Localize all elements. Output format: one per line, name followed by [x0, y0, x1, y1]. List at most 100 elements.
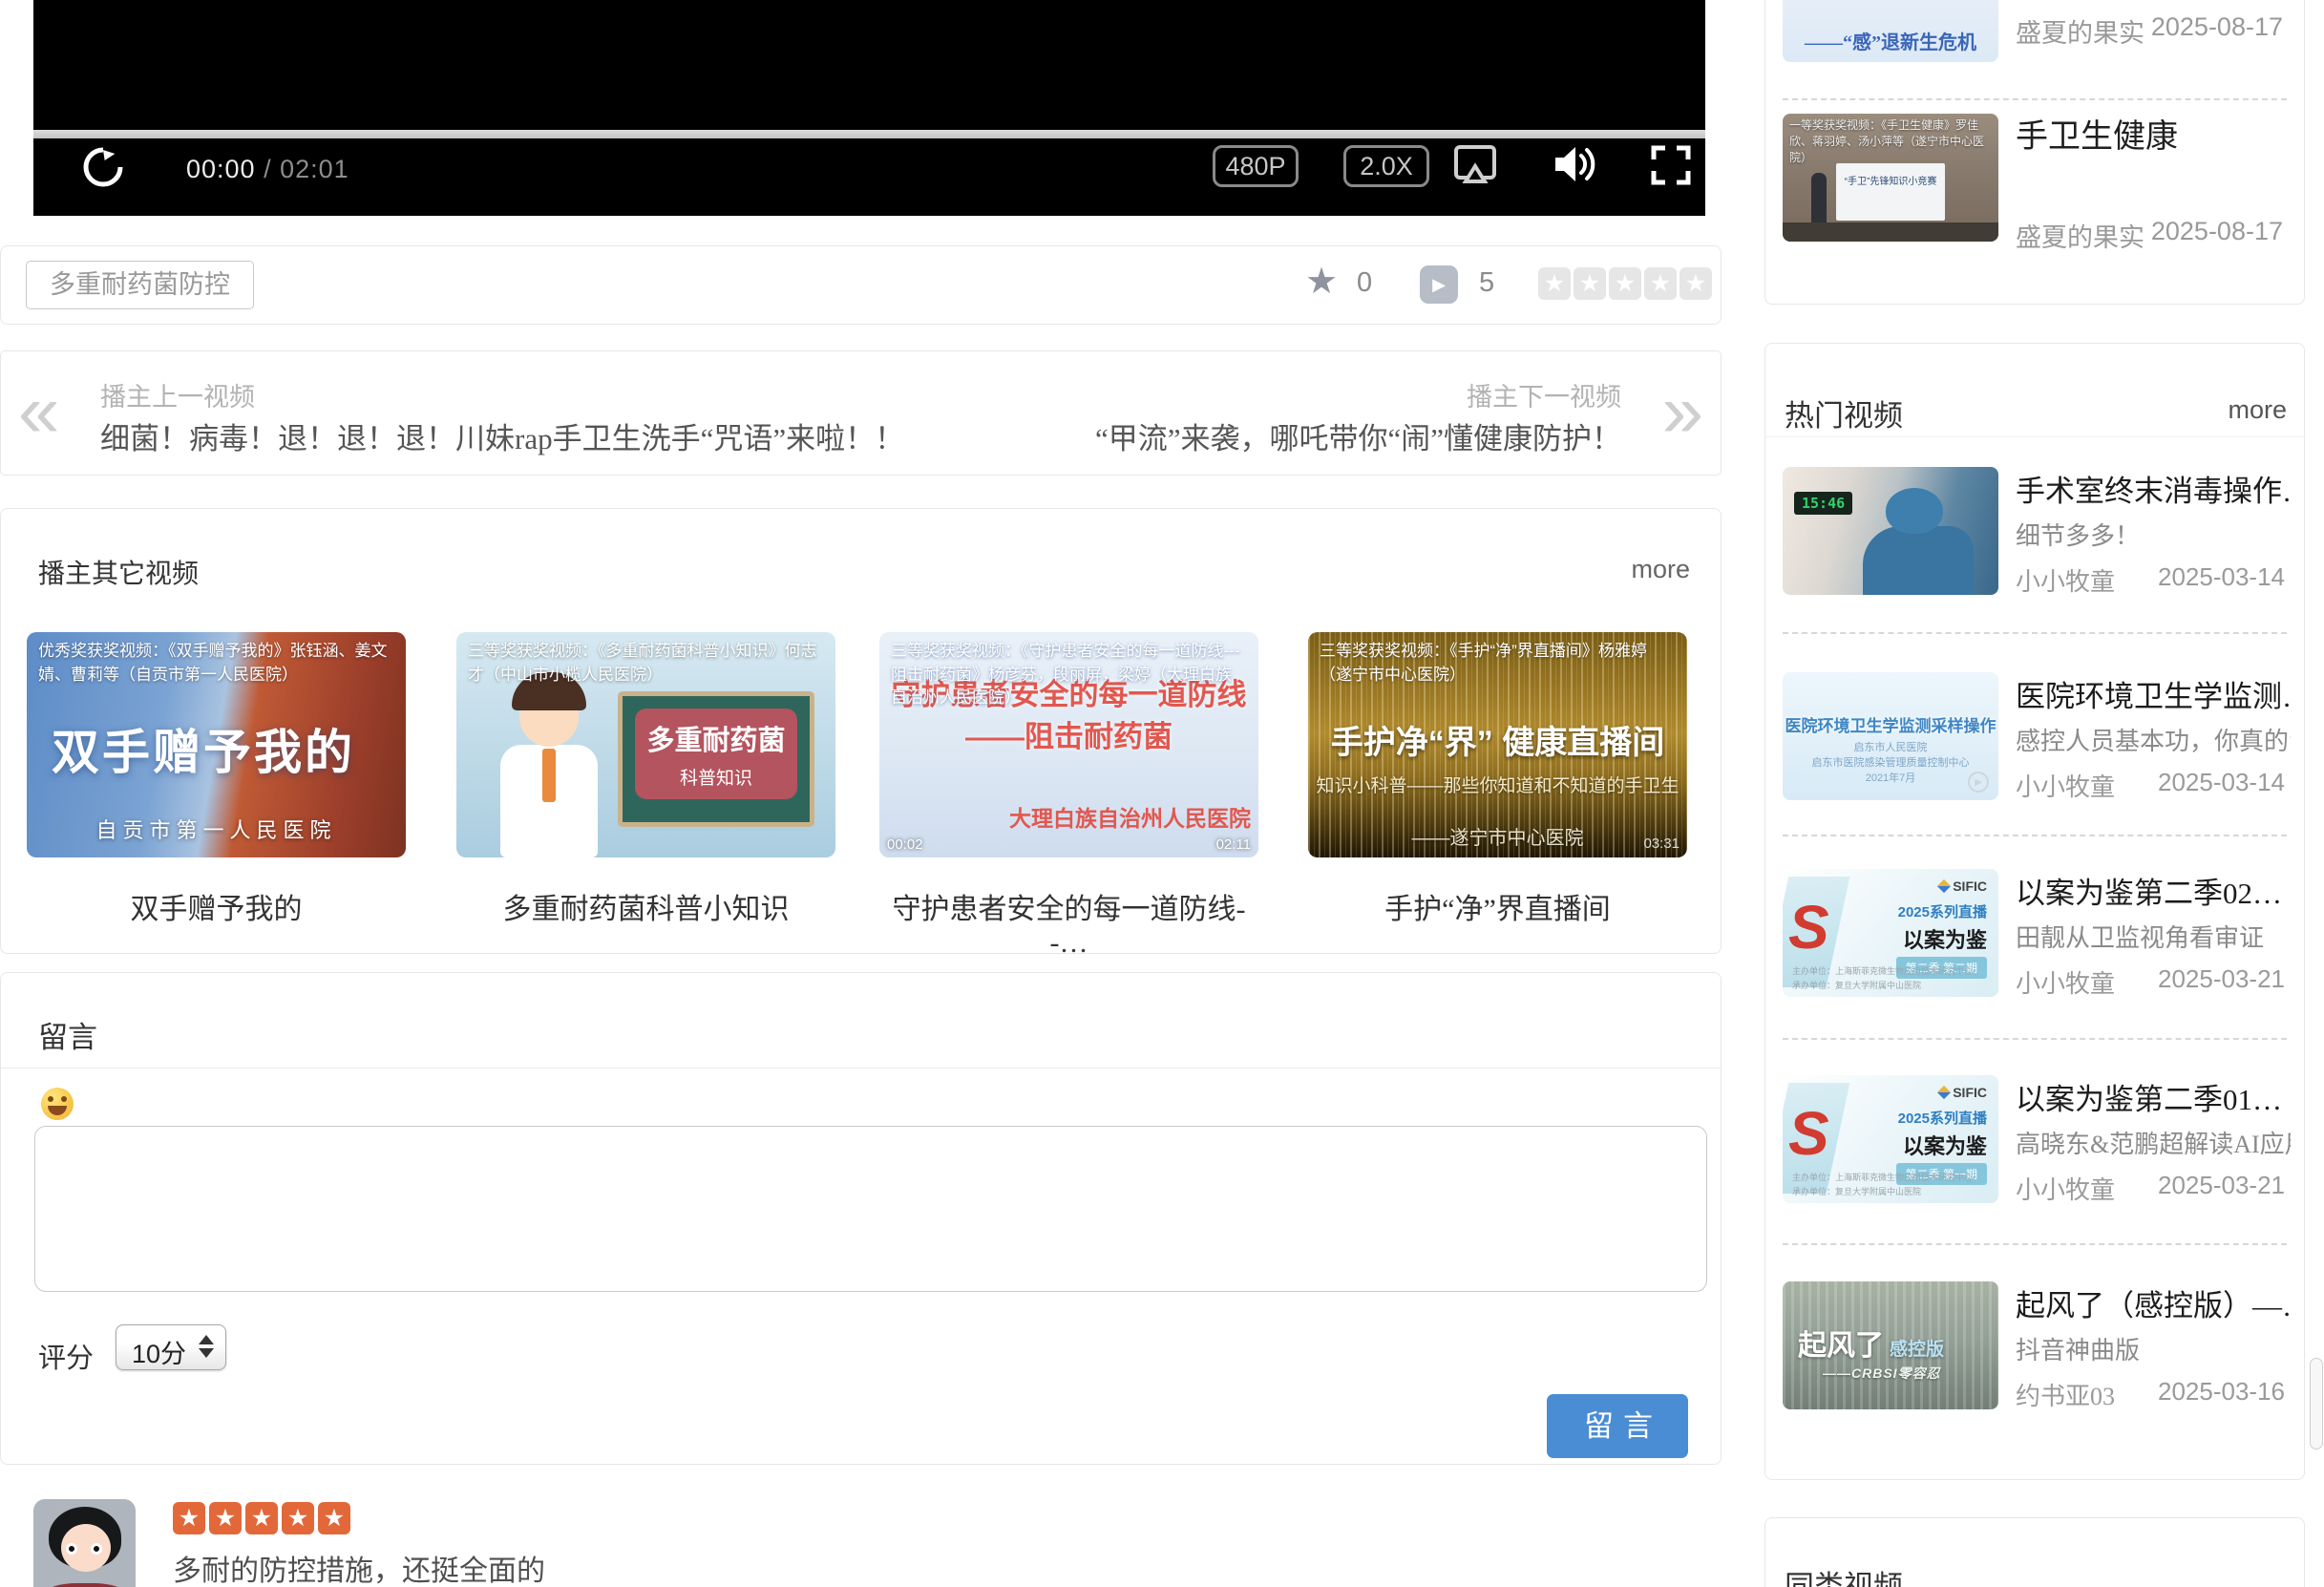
star-icon [209, 1502, 242, 1534]
prev-chevron-icon[interactable]: « [18, 363, 59, 458]
video-date: 2025-08-17 [2151, 217, 2283, 246]
video-title[interactable]: 医院环境卫生学监测… [2016, 672, 2291, 715]
section-title: 热门视频 [1785, 391, 1903, 434]
play-badge-icon [1968, 772, 1989, 793]
video-thumbnail[interactable]: S SIFIC 2025系列直播 以案为鉴 第二季 第二期 主办单位：上海斯菲克… [1783, 869, 1998, 997]
video-title[interactable]: 起风了（感控版）—… [2016, 1281, 2291, 1324]
commenter-avatar [33, 1499, 136, 1587]
star-icon [245, 1502, 278, 1534]
cast-icon[interactable] [1450, 139, 1500, 194]
video-tag[interactable]: 多重耐药菌防控 [26, 261, 254, 309]
next-video-title[interactable]: “甲流”来袭，哪吒带你“闹”懂健康防护！ [1095, 414, 1621, 457]
video-thumbnail[interactable]: 三等奖获奖视频：《手护“净”界直播间》杨雅婷（遂宁市中心医院） 手护净“界” 健… [1308, 632, 1687, 857]
favorite-star-icon[interactable]: ★ [1305, 260, 1338, 303]
video-title[interactable]: 手卫生健康 [2016, 110, 2178, 157]
time-display: 00:00 / 02:01 [186, 155, 349, 184]
video-thumbnail[interactable]: 三等奖获奖视频：《守护患者安全的每一道防线---阻击耐药菌》杨彦芬，段丽屏，梁婷… [879, 632, 1258, 857]
time-separator: / [264, 155, 280, 183]
video-player[interactable]: 00:00 / 02:01 480P 2.0X [33, 0, 1705, 216]
list-item[interactable]: 医院环境卫生学监测采样操作 启东市人民医院 启东市医院感染管理质量控制中心 20… [1765, 672, 2306, 800]
list-item[interactable]: 15:46 手术室终末消毒操作… 细节多多！ 小小牧童 2025-03-14 [1765, 467, 2306, 595]
thumbnail-org-text: ——遂宁市中心医院 [1308, 822, 1687, 850]
play-count-icon [1420, 265, 1458, 304]
board-subtitle: 科普知识 [680, 764, 752, 790]
current-time: 00:00 [186, 155, 256, 183]
rating-star-empty[interactable] [1644, 267, 1677, 300]
rating-star-empty[interactable] [1538, 267, 1571, 300]
scrollbar-thumb[interactable] [2310, 1358, 2323, 1449]
volume-icon[interactable] [1550, 141, 1599, 192]
sific-logo: SIFIC [1939, 878, 1987, 894]
thumbnail-overlay-text: 三等奖获奖视频：《多重耐药菌科普小知识》何志才（中山市小榄人民医院） [456, 632, 835, 694]
thumbnail-title-text: 起风了感控版 [1798, 1322, 1944, 1364]
sific-logo: SIFIC [1939, 1085, 1987, 1100]
rating-label: 评分 [38, 1336, 94, 1376]
fullscreen-icon[interactable] [1651, 145, 1691, 190]
video-title[interactable]: 手术室终末消毒操作… [2016, 467, 2291, 510]
thumbnail-title-text: 手护净“界” 健康直播间 [1308, 716, 1687, 763]
player-nav: « 播主上一视频 细菌！病毒！退！退！退！川妹rap手卫生洗手“咒语”来啦！！ … [0, 350, 1722, 476]
divider [1783, 1038, 2287, 1040]
video-date: 2025-03-14 [2158, 768, 2285, 797]
video-thumbnail[interactable]: 医院环境卫生学监测采样操作 启东市人民医院 启东市医院感染管理质量控制中心 20… [1783, 672, 1998, 800]
submit-comment-button[interactable]: 留言 [1547, 1394, 1688, 1458]
list-item[interactable]: 起风了感控版 ——CRBSI零容忍 起风了（感控版）—… 抖音神曲版 约书亚03… [1765, 1281, 2306, 1409]
video-author: 小小牧童 [2016, 562, 2115, 598]
comment-input[interactable] [34, 1126, 1707, 1292]
sidebar-similar-videos: 同类视频 [1764, 1517, 2305, 1587]
video-date: 2025-08-17 [2151, 12, 2283, 42]
thumbnail-overlay-text: 一等奖获奖视频：《手卫生健康》罗佳欣、蒋羽婷、汤小萍等（遂宁市中心医院） [1783, 114, 1998, 169]
video-thumbnail[interactable]: 起风了感控版 ——CRBSI零容忍 [1783, 1281, 1998, 1409]
video-title[interactable]: 以案为鉴第二季01… [2016, 1075, 2282, 1118]
quality-button[interactable]: 480P [1213, 145, 1299, 187]
list-item[interactable]: S SIFIC 2025系列直播 以案为鉴 第二季 第二期 主办单位：上海斯菲克… [1765, 869, 2306, 997]
rating-star-empty[interactable] [1609, 267, 1641, 300]
section-title: 播主其它视频 [38, 553, 199, 591]
prev-video-title[interactable]: 细菌！病毒！退！退！退！川妹rap手卫生洗手“咒语”来啦！！ [100, 414, 904, 457]
video-caption[interactable]: 双手赠予我的 [27, 885, 406, 927]
video-meta-bar: 多重耐药菌防控 ★ 0 5 [0, 245, 1722, 325]
video-thumbnail[interactable]: S SIFIC 2025系列直播 以案为鉴 第二季 第一期 主办单位：上海斯菲克… [1783, 1075, 1998, 1203]
video-title[interactable]: 以案为鉴第二季02… [2016, 869, 2282, 912]
comment-text: 多耐的防控措施，还挺全面的 [173, 1547, 545, 1587]
star-icon [173, 1502, 205, 1534]
rating-star-empty[interactable] [1680, 267, 1712, 300]
comments-section: 留言 评分 10分 留言 [0, 972, 1722, 1465]
video-thumbnail[interactable]: 优秀奖获奖视频：《双手赠予我的》张钰涵、姜文婧、曹莉等（自贡市第一人民医院） 双… [27, 632, 406, 857]
thumbnail-caption-text: ——“感”退新生危机 [1783, 27, 1998, 54]
rating-star-empty[interactable] [1574, 267, 1606, 300]
video-thumbnail[interactable]: 多重耐药菌 科普知识 三等奖获奖视频：《多重耐药菌科普小知识》何志才（中山市小榄… [456, 632, 835, 857]
next-chevron-icon[interactable]: » [1662, 363, 1703, 458]
emoji-picker-button[interactable] [41, 1088, 74, 1120]
speed-button[interactable]: 2.0X [1343, 145, 1429, 187]
more-link[interactable]: more [2228, 395, 2287, 425]
video-caption[interactable]: 守护患者安全的每一道防线--… [879, 885, 1258, 960]
sidebar-recent-videos: ——“感”退新生危机 盛夏的果实 2025-08-17 “手卫”先锋知识小竞赛 … [1764, 0, 2305, 305]
video-thumbnail[interactable]: ——“感”退新生危机 [1783, 0, 1998, 62]
video-caption[interactable]: 手护“净”界直播间 [1308, 885, 1687, 927]
video-thumbnail[interactable]: “手卫”先锋知识小竞赛 一等奖获奖视频：《手卫生健康》罗佳欣、蒋羽婷、汤小萍等（… [1783, 114, 1998, 242]
video-desc: 细节多多！ [2016, 517, 2140, 552]
video-author: 小小牧童 [2016, 768, 2115, 803]
select-arrows-icon [199, 1335, 214, 1358]
video-rating-widget[interactable] [1538, 267, 1712, 300]
replay-icon[interactable] [79, 143, 127, 191]
thumbnail-title-text: 双手赠予我的 [52, 714, 355, 783]
more-link[interactable]: more [1631, 555, 1690, 584]
video-date: 2025-03-21 [2158, 964, 2285, 994]
thumbnail-title-text: 医院环境卫生学监测采样操作 [1783, 712, 1998, 736]
divider [1, 1068, 1721, 1069]
video-thumbnail[interactable]: 15:46 [1783, 467, 1998, 595]
blackboard-graphic: 多重耐药菌 科普知识 [618, 691, 814, 827]
video-date: 2025-03-16 [2158, 1377, 2285, 1407]
list-item[interactable]: S SIFIC 2025系列直播 以案为鉴 第二季 第一期 主办单位：上海斯菲克… [1765, 1075, 2306, 1203]
rating-select[interactable]: 10分 [116, 1324, 226, 1370]
seek-bar[interactable] [33, 130, 1705, 138]
thumbnail-title-text: ——阻击耐药菌 [879, 712, 1258, 755]
divider [1783, 632, 2287, 634]
video-desc: 高晓东&范鹏超解读AI应用 [2016, 1125, 2291, 1160]
thumbnail-overlay-text: 优秀奖获奖视频：《双手赠予我的》张钰涵、姜文婧、曹莉等（自贡市第一人民医院） [27, 632, 406, 694]
video-date: 2025-03-14 [2158, 562, 2285, 592]
video-caption[interactable]: 多重耐药菌科普小知识 [456, 885, 835, 927]
video-author: 约书亚03 [2016, 1377, 2115, 1412]
